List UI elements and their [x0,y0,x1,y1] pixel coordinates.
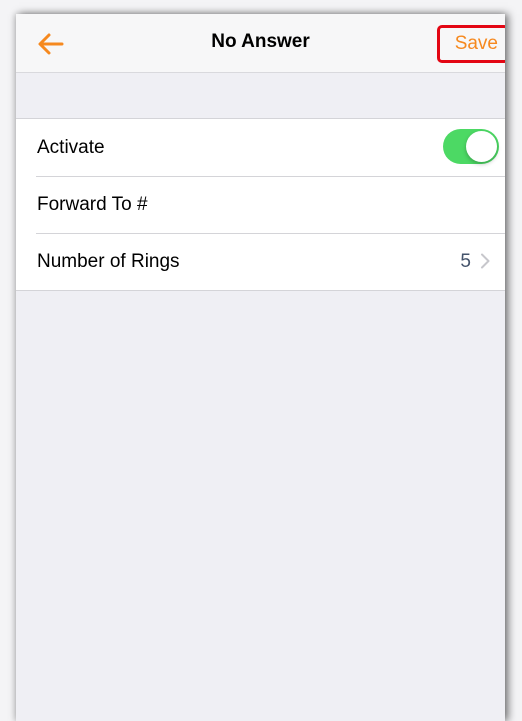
toggle-knob [466,131,497,162]
number-of-rings-row[interactable]: Number of Rings 5 [16,233,505,290]
number-of-rings-value: 5 [460,251,471,272]
activate-row[interactable]: Activate [16,119,505,176]
activate-label: Activate [37,137,105,158]
phone-screen: No Answer Save Activate Forward To # Num… [16,14,505,721]
chevron-right-icon [481,253,490,269]
navigation-bar: No Answer Save [16,14,505,73]
page-title: No Answer [211,31,310,52]
save-button[interactable]: Save [437,25,505,63]
number-of-rings-label: Number of Rings [37,251,180,272]
forward-to-row[interactable]: Forward To # [16,176,505,233]
activate-toggle[interactable] [443,129,499,164]
settings-list: Activate Forward To # Number of Rings 5 [16,118,505,291]
forward-to-label: Forward To # [37,194,148,215]
